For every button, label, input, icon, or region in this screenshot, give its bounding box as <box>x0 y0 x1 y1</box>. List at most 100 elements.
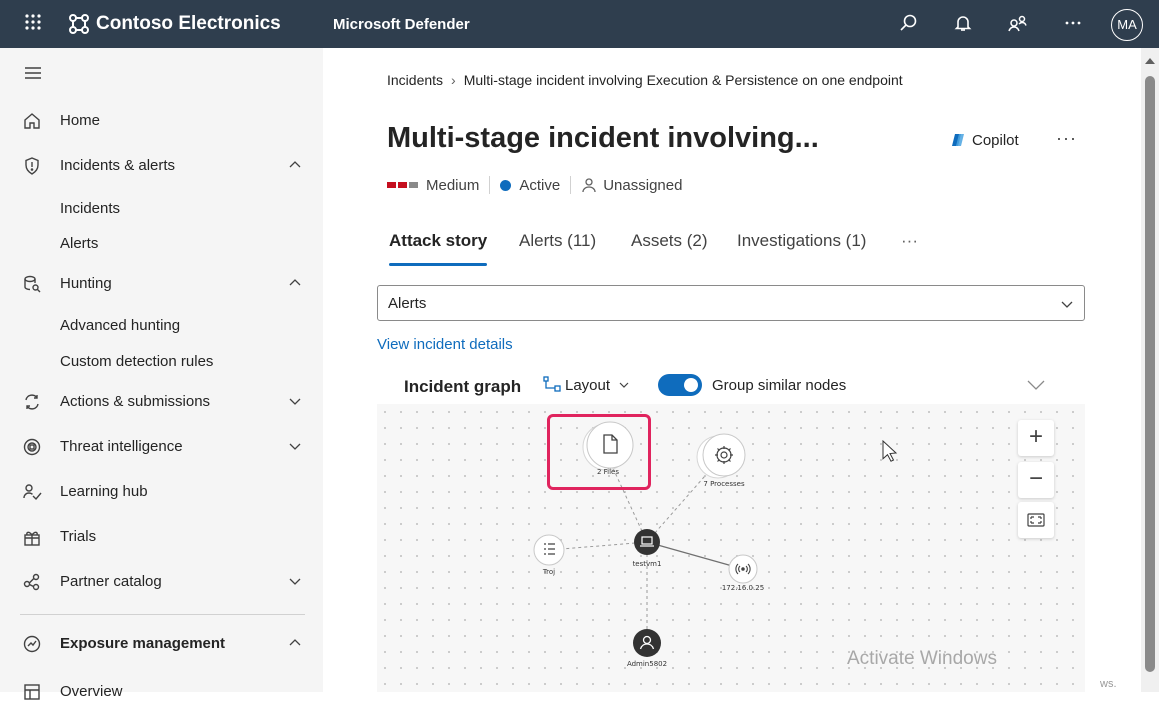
learning-hub-icon <box>22 482 42 502</box>
layout-button[interactable]: Layout <box>543 376 630 394</box>
plus-icon: + <box>1028 423 1043 450</box>
tab-alerts[interactable]: Alerts (11) <box>519 231 596 251</box>
people-icon[interactable] <box>1008 13 1028 38</box>
top-bar: Contoso Electronics Microsoft Defender M… <box>0 0 1159 48</box>
troj-node-label: Troj <box>542 568 556 576</box>
process-node-label: 7 Processes <box>703 480 745 488</box>
sidebar-item-trials[interactable]: Trials <box>0 517 323 557</box>
status-label: Active <box>519 176 561 194</box>
chevron-down-icon <box>288 394 302 413</box>
sidebar-divider <box>20 614 305 615</box>
home-icon <box>22 111 42 131</box>
more-actions-icon[interactable]: ··· <box>1056 128 1077 149</box>
assignee-label[interactable]: Unassigned <box>603 177 682 194</box>
sidebar: Home Incidents & alerts Incidents Alerts… <box>0 48 323 700</box>
sidebar-item-label: Learning hub <box>60 483 148 500</box>
chevron-down-icon[interactable] <box>1027 378 1045 396</box>
bell-icon[interactable] <box>953 13 973 38</box>
device-node[interactable] <box>631 526 663 558</box>
chevron-up-icon <box>288 158 302 177</box>
waffle-icon[interactable] <box>24 13 42 36</box>
breadcrumb-root[interactable]: Incidents <box>387 72 443 88</box>
main-content: Incidents › Multi-stage incident involving… <box>323 48 1141 692</box>
severity-label: Medium <box>426 176 480 194</box>
chevron-down-icon <box>1060 297 1074 316</box>
search-icon[interactable] <box>899 13 919 38</box>
page-title: Multi-stage incident involving... <box>387 122 819 154</box>
sidebar-item-actions-submissions[interactable]: Actions & submissions <box>0 382 323 422</box>
ip-node[interactable] <box>726 552 760 586</box>
zoom-out-button[interactable]: − <box>1018 462 1054 498</box>
more-icon[interactable] <box>1063 15 1083 36</box>
sidebar-item-label: Actions & submissions <box>60 393 211 410</box>
sidebar-item-overview[interactable]: Overview <box>0 672 323 712</box>
incident-graph-canvas[interactable]: 2 Files 7 Processes Troj testvm1 172.16.… <box>377 404 1085 692</box>
incident-graph-header: Incident graph Layout Group similar node… <box>377 368 1085 404</box>
sidebar-item-threat-intelligence[interactable]: Threat intelligence <box>0 427 323 467</box>
watermark-fragment: ws. <box>1100 678 1117 690</box>
incident-graph-title: Incident graph <box>404 377 522 396</box>
troj-node[interactable] <box>531 532 571 568</box>
copilot-button[interactable]: Copilot <box>950 132 1019 149</box>
overview-icon <box>22 682 42 702</box>
active-tab-indicator <box>389 263 487 266</box>
status-dot-icon <box>500 179 512 191</box>
group-similar-nodes-toggle[interactable] <box>658 374 702 396</box>
shield-icon <box>22 156 42 176</box>
sidebar-item-learning-hub[interactable]: Learning hub <box>0 472 323 512</box>
chevron-down-icon <box>619 382 629 388</box>
sidebar-item-label: Partner catalog <box>60 573 162 590</box>
mouse-cursor-icon <box>882 440 898 462</box>
breadcrumb-current: Multi-stage incident involving Execution… <box>463 72 903 88</box>
user-node[interactable] <box>630 626 664 660</box>
fit-to-screen-button[interactable] <box>1018 502 1054 538</box>
copilot-label: Copilot <box>972 132 1019 149</box>
trials-icon <box>22 527 42 547</box>
chevron-down-icon <box>288 439 302 458</box>
sidebar-item-label: Exposure management <box>60 635 226 652</box>
copilot-icon <box>952 134 964 146</box>
alerts-select[interactable]: Alerts <box>377 285 1085 321</box>
incident-status-row: Medium Active Unassigned <box>387 176 682 194</box>
device-node-label: testvm1 <box>632 560 662 568</box>
exposure-management-icon <box>22 634 42 654</box>
severity-icon <box>387 182 418 188</box>
sidebar-item-incidents-alerts[interactable]: Incidents & alerts <box>0 146 323 186</box>
divider <box>489 176 491 194</box>
chevron-up-icon <box>288 636 302 655</box>
process-node[interactable] <box>691 428 753 488</box>
sidebar-item-alerts[interactable]: Alerts <box>60 235 98 252</box>
scroll-thumb[interactable] <box>1145 76 1155 672</box>
view-incident-details-link[interactable]: View incident details <box>377 336 513 353</box>
hamburger-icon[interactable] <box>24 66 42 85</box>
highlight-box <box>547 414 651 490</box>
contoso-logo-icon <box>68 13 90 40</box>
sidebar-item-hunting[interactable]: Hunting <box>0 264 323 304</box>
tabs-more-icon[interactable]: ··· <box>901 231 918 251</box>
tab-attack-story[interactable]: Attack story <box>389 231 487 251</box>
sidebar-item-label: Hunting <box>60 275 112 292</box>
tab-investigations[interactable]: Investigations (1) <box>737 231 866 251</box>
sidebar-item-exposure-management[interactable]: Exposure management <box>0 624 323 664</box>
actions-icon <box>22 392 42 412</box>
fit-screen-icon <box>1027 513 1045 527</box>
avatar[interactable]: MA <box>1111 9 1143 41</box>
vertical-scrollbar[interactable] <box>1141 48 1159 692</box>
brand-name[interactable]: Contoso Electronics <box>96 13 281 35</box>
sidebar-item-home[interactable]: Home <box>0 101 323 141</box>
sidebar-item-label: Threat intelligence <box>60 438 183 455</box>
sidebar-item-incidents[interactable]: Incidents <box>60 200 120 217</box>
layout-icon <box>543 376 561 392</box>
ip-node-label: 172.16.0.25 <box>721 584 765 592</box>
alerts-select-value: Alerts <box>388 295 427 312</box>
threat-intelligence-icon <box>22 437 42 457</box>
scroll-up-arrow-icon[interactable] <box>1145 58 1155 64</box>
sidebar-item-custom-detection-rules[interactable]: Custom detection rules <box>60 353 213 370</box>
chevron-up-icon <box>288 276 302 295</box>
sidebar-item-advanced-hunting[interactable]: Advanced hunting <box>60 317 180 334</box>
breadcrumb-separator-icon: › <box>451 72 456 88</box>
zoom-in-button[interactable]: + <box>1018 420 1054 456</box>
sidebar-item-partner-catalog[interactable]: Partner catalog <box>0 562 323 602</box>
product-name[interactable]: Microsoft Defender <box>333 16 470 33</box>
tab-assets[interactable]: Assets (2) <box>631 231 708 251</box>
